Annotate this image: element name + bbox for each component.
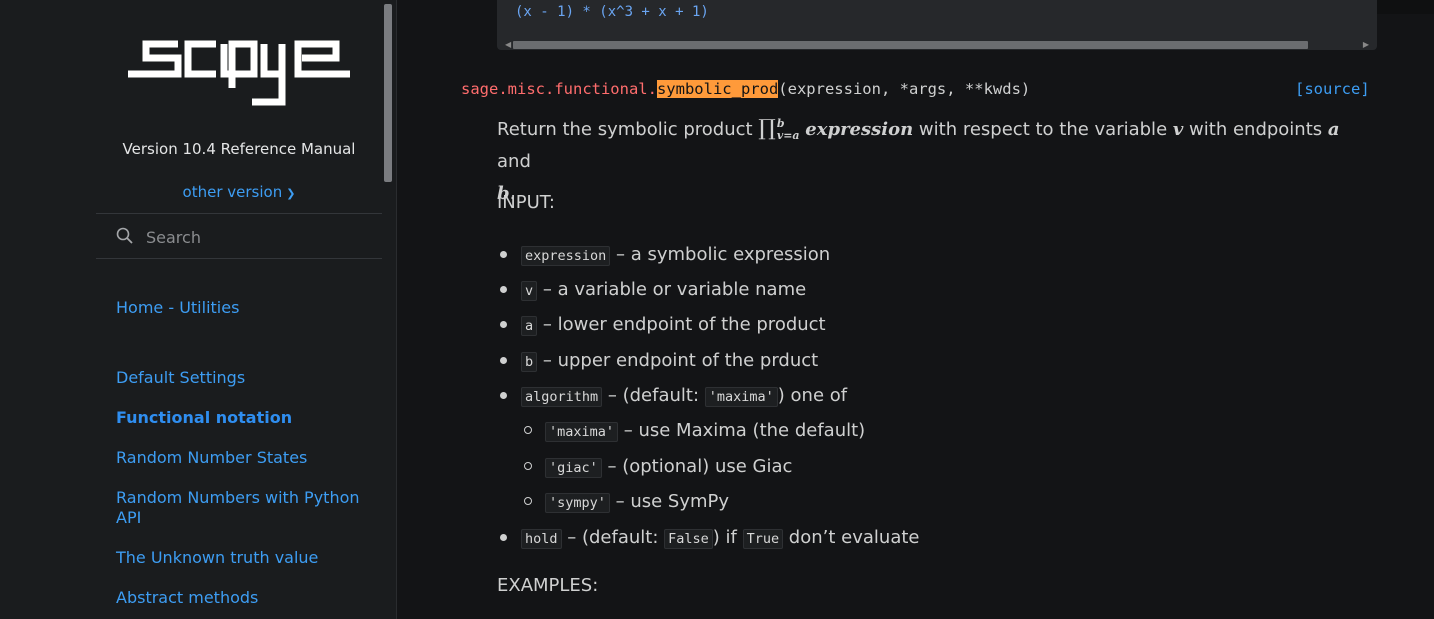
sub-bullet-icon [524, 426, 532, 434]
bullet-icon [500, 251, 507, 258]
other-version-label: other version [182, 183, 283, 201]
nav-home-utilities[interactable]: Home - Utilities [116, 298, 366, 318]
param-text: – (default: [602, 385, 705, 406]
param-code: hold [521, 529, 562, 549]
sub-bullet-icon [524, 497, 532, 505]
scroll-thumb[interactable] [513, 41, 1308, 49]
param-code: b [521, 352, 538, 372]
product-lower-limit: v=a [776, 129, 800, 142]
true-code: True [742, 529, 784, 549]
examples-heading: EXAMPLES: [497, 575, 599, 596]
default-code: 'maxima' [704, 387, 778, 407]
search-input[interactable] [144, 224, 368, 250]
desc-text: Return the symbolic product [497, 119, 759, 140]
search-icon [116, 227, 133, 244]
sidebar-scrollbar[interactable] [384, 4, 392, 182]
algorithm-option-maxima: 'maxima' – use Maxima (the default) [545, 419, 865, 444]
param-text: – a variable or variable name [537, 279, 807, 300]
nav-random-numbers-python-api[interactable]: Random Numbers with Python API [116, 488, 361, 528]
false-code: False [664, 529, 713, 549]
param-algorithm: algorithm – (default: 'maxima') one of [521, 384, 847, 409]
bullet-icon [500, 321, 507, 328]
function-signature: sage.misc.functional.symbolic_prod(expre… [461, 80, 1030, 98]
param-text: – a symbolic expression [610, 244, 831, 265]
param-text: don’t evaluate [783, 527, 920, 548]
code-output-line: (x - 1) * (x^3 + x + 1) [515, 4, 709, 20]
math-expression: expression [805, 119, 914, 140]
sage-logo [128, 40, 350, 106]
sidebar: Version 10.4 Reference Manual other vers… [0, 0, 397, 619]
param-b: b – upper endpoint of the prduct [521, 349, 818, 374]
chevron-down-icon: ❯ [286, 187, 296, 200]
param-text: ) one of [777, 385, 848, 406]
bullet-icon [500, 392, 507, 399]
option-text: – use SymPy [609, 491, 730, 512]
param-code: v [521, 281, 538, 301]
signature-params: (expression, *args, **kwds) [778, 80, 1031, 98]
desc-text: with endpoints [1183, 119, 1328, 140]
param-text: – upper endpoint of the prduct [537, 350, 819, 371]
search-box [96, 213, 382, 259]
param-expression: expression – a symbolic expression [521, 243, 830, 268]
param-hold: hold – (default: False) if True don’t ev… [521, 526, 919, 551]
param-text: – (default: [561, 527, 665, 548]
other-version-dropdown[interactable]: other version ❯ [96, 183, 382, 201]
bullet-icon [500, 534, 507, 541]
nav-functional-notation[interactable]: Functional notation [116, 408, 366, 428]
nav-unknown-truth-value[interactable]: The Unknown truth value [116, 548, 366, 568]
product-symbol: ∏ [758, 116, 776, 141]
sub-bullet-icon [524, 462, 532, 470]
option-text: – use Maxima (the default) [618, 420, 866, 441]
bullet-icon [500, 357, 507, 364]
nav-default-settings[interactable]: Default Settings [116, 368, 366, 388]
scroll-left-icon[interactable]: ◀ [505, 40, 511, 49]
math-var-a: a [1327, 119, 1340, 140]
param-a: a – lower endpoint of the product [521, 313, 826, 338]
param-code: algorithm [521, 387, 603, 407]
input-heading: INPUT: [497, 192, 555, 213]
option-code: 'giac' [545, 458, 602, 478]
function-description: Return the symbolic product ∏ b v=a expres… [497, 113, 1377, 210]
algorithm-option-sympy: 'sympy' – use SymPy [545, 490, 729, 515]
param-code: expression [521, 246, 611, 266]
nav-random-number-states[interactable]: Random Number States [116, 448, 366, 468]
source-link[interactable]: [source] [1295, 80, 1370, 98]
nav-abstract-methods[interactable]: Abstract methods [116, 588, 366, 608]
signature-module-prefix: sage.misc.functional. [461, 80, 657, 98]
option-code: 'sympy' [545, 493, 610, 513]
param-v: v – a variable or variable name [521, 278, 806, 303]
algorithm-option-giac: 'giac' – (optional) use Giac [545, 455, 792, 480]
param-text: – lower endpoint of the product [537, 314, 826, 335]
math-var-v: v [1172, 119, 1184, 140]
param-code: a [521, 316, 538, 336]
code-horizontal-scrollbar[interactable]: ◀ ▶ [501, 38, 1373, 50]
option-code: 'maxima' [545, 422, 619, 442]
scroll-right-icon[interactable]: ▶ [1363, 40, 1369, 49]
signature-function-name: symbolic_prod [656, 80, 779, 98]
desc-text: with respect to the variable [913, 119, 1173, 140]
product-limits: b v=a [777, 118, 800, 142]
param-text: ) if [712, 527, 743, 548]
option-text: – (optional) use Giac [601, 456, 793, 477]
code-block: (x - 1) * (x^3 + x + 1) ◀ ▶ [497, 0, 1377, 50]
bullet-icon [500, 286, 507, 293]
version-label: Version 10.4 Reference Manual [122, 140, 356, 158]
desc-text: and [497, 151, 531, 172]
